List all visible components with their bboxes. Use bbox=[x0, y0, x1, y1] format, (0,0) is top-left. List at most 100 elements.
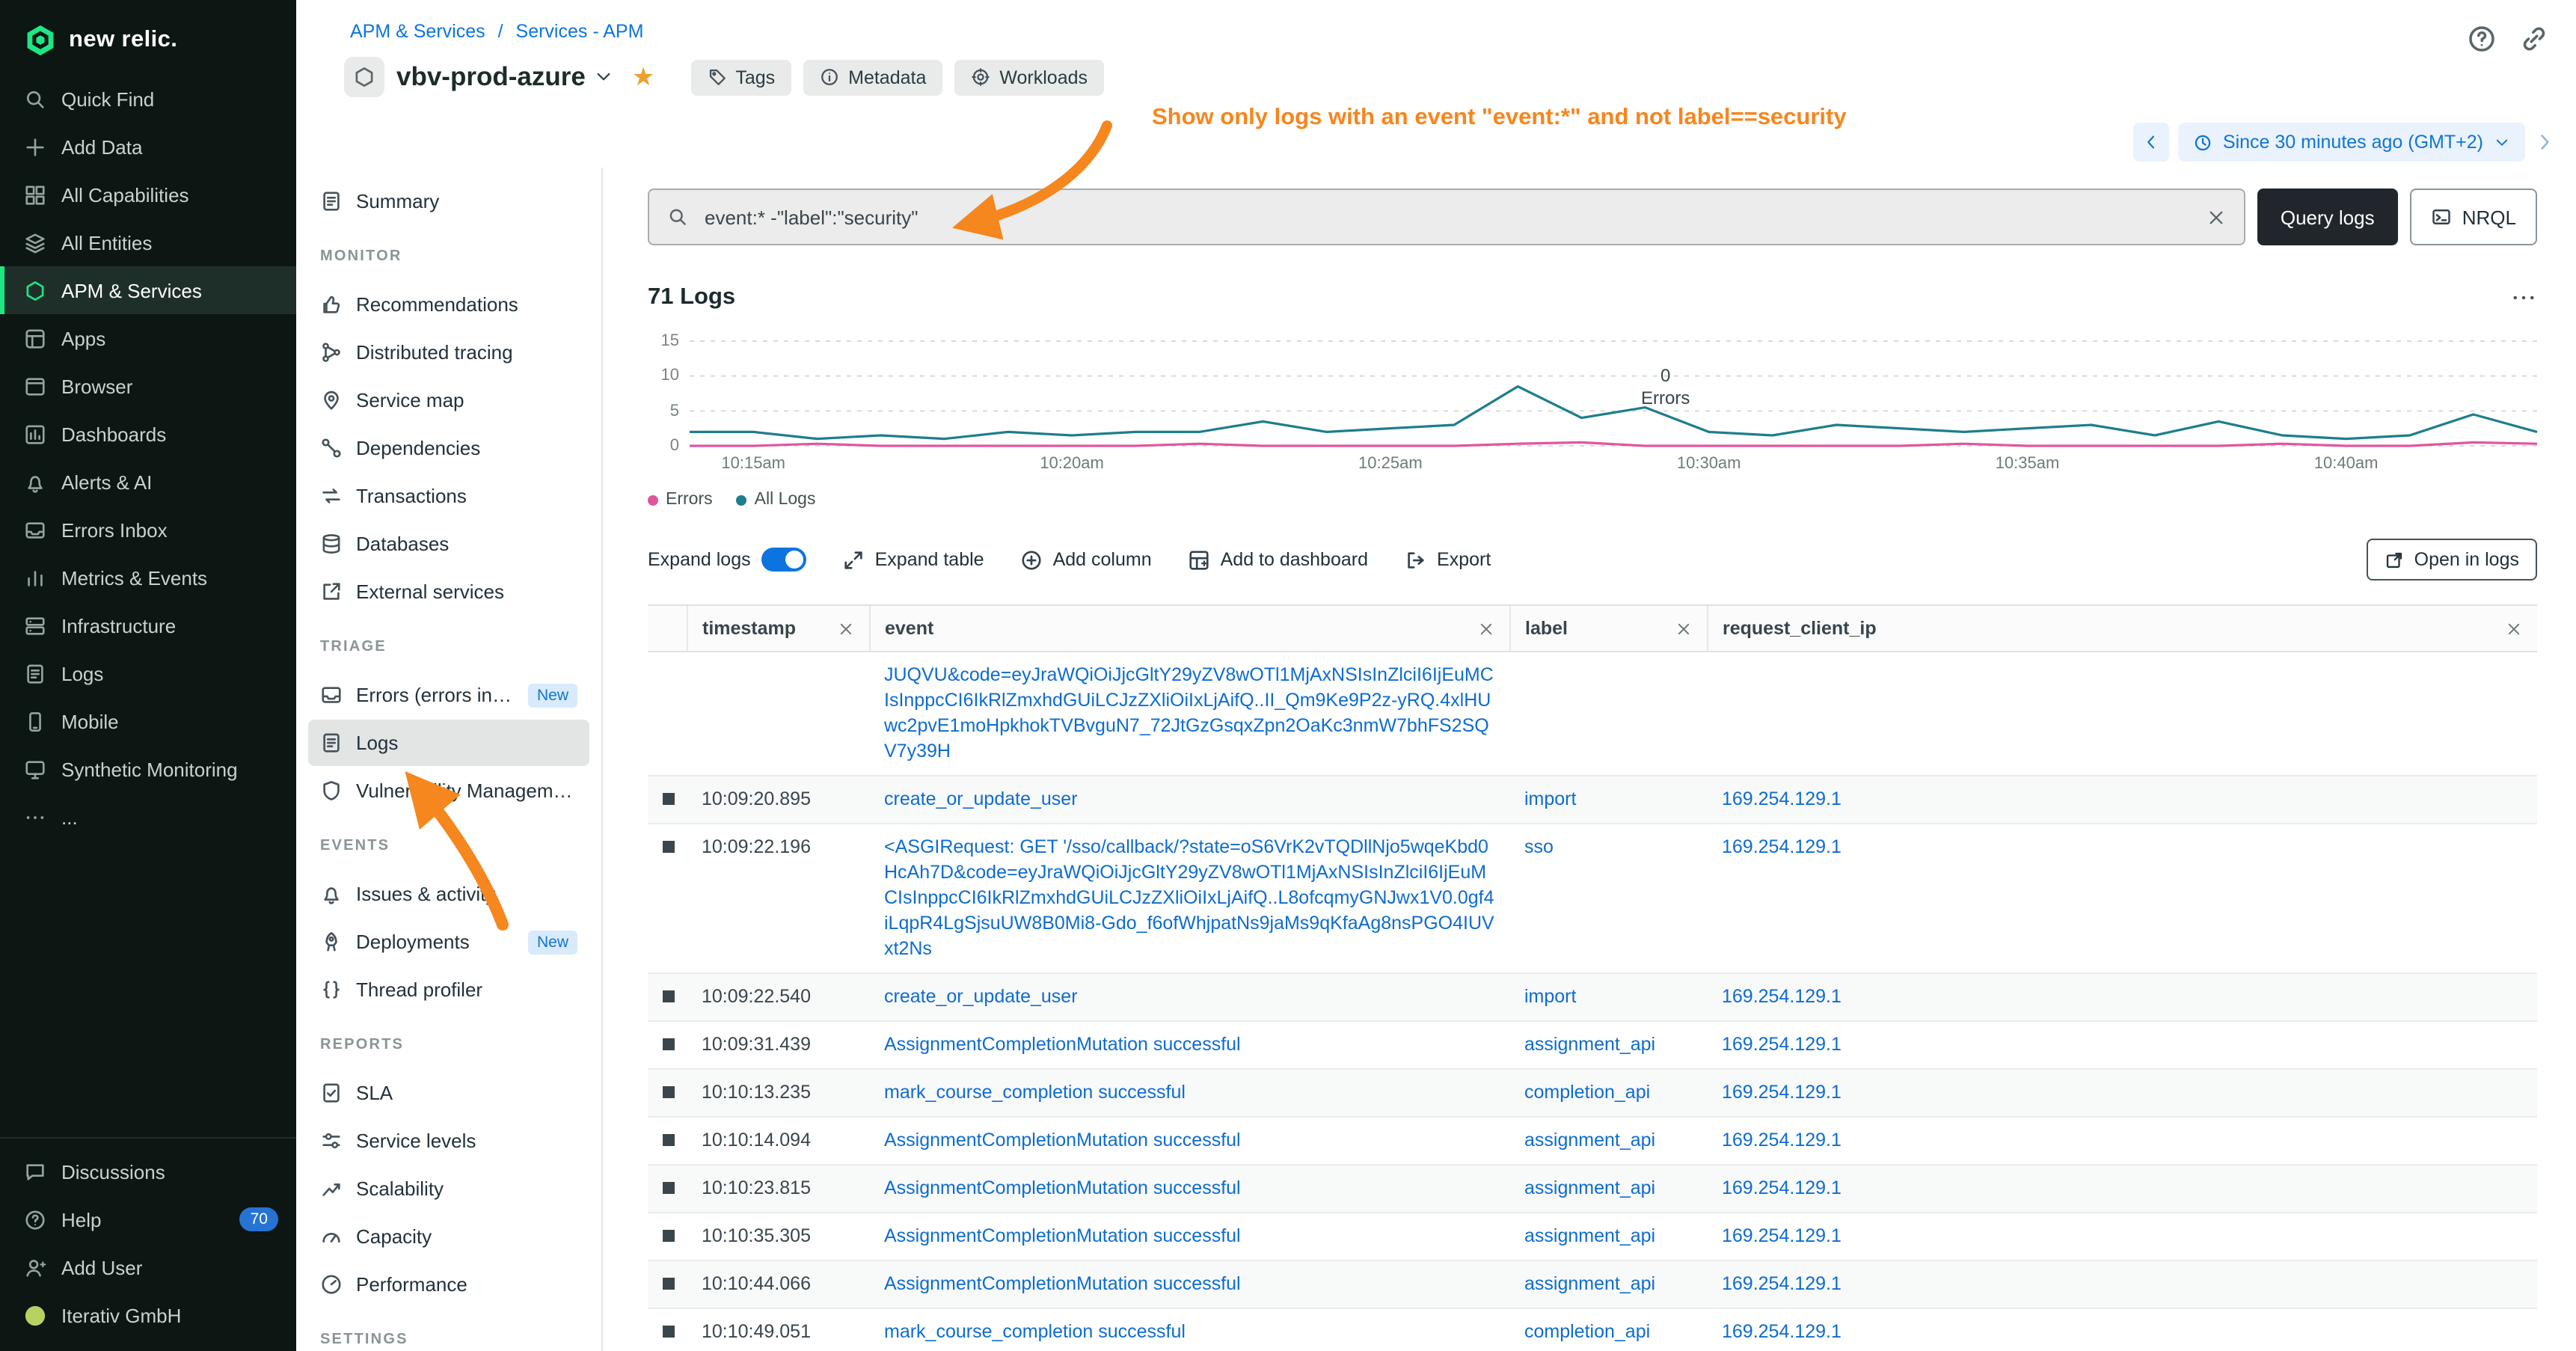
nav-item-errors-inbox[interactable]: Errors Inbox bbox=[0, 506, 296, 554]
chart-plot-area[interactable]: 0 Errors 10:15am10:20am10:25am10:30am10:… bbox=[690, 341, 2537, 446]
entity-switcher-chevron-icon[interactable] bbox=[595, 67, 614, 87]
export-button[interactable]: Export bbox=[1404, 548, 1491, 571]
sub-item-external-services[interactable]: External services bbox=[308, 569, 589, 615]
nav-item-alerts-ai[interactable]: Alerts & AI bbox=[0, 458, 296, 506]
nav-item-logs[interactable]: Logs bbox=[0, 649, 296, 697]
nav-item-help[interactable]: Help70 bbox=[0, 1195, 296, 1243]
query-logs-button[interactable]: Query logs bbox=[2257, 189, 2398, 245]
event-link[interactable]: AssignmentCompletionMutation successful bbox=[884, 1273, 1241, 1294]
nav-item-all-capabilities[interactable]: All Capabilities bbox=[0, 171, 296, 218]
log-query-input[interactable] bbox=[702, 204, 2193, 230]
add-column-button[interactable]: Add column bbox=[1020, 548, 1152, 571]
nav-item-dashboards[interactable]: Dashboards bbox=[0, 410, 296, 458]
sub-item-logs[interactable]: Logs bbox=[308, 720, 589, 766]
nav-item-iterativ-gmbh[interactable]: Iterativ GmbH bbox=[0, 1291, 296, 1339]
metadata-button[interactable]: Metadata bbox=[803, 59, 942, 95]
tags-button[interactable]: Tags bbox=[690, 59, 791, 95]
sub-item-summary[interactable]: Summary bbox=[308, 178, 589, 224]
sub-item-recommendations[interactable]: Recommendations bbox=[308, 281, 589, 328]
sub-item-databases[interactable]: Databases bbox=[308, 521, 589, 567]
event-link[interactable]: JUQVU&code=eyJraWQiOiJjcGltY29yZV8wOTl1M… bbox=[884, 664, 1494, 762]
sub-item-performance[interactable]: Performance bbox=[308, 1261, 589, 1308]
log-row[interactable]: 10:10:14.094AssignmentCompletionMutation… bbox=[648, 1117, 2537, 1165]
more-options-icon[interactable] bbox=[2510, 284, 2537, 311]
expand-table-button[interactable]: Expand table bbox=[842, 548, 984, 571]
nav-item-apm-services[interactable]: APM & Services bbox=[0, 266, 296, 314]
sub-item-service-levels[interactable]: Service levels bbox=[308, 1118, 589, 1164]
event-link[interactable]: mark_course_completion successful bbox=[884, 1082, 1186, 1103]
breadcrumb-link-services-apm[interactable]: Services - APM bbox=[516, 21, 644, 42]
sub-item-transactions[interactable]: Transactions bbox=[308, 473, 589, 519]
legend-item-errors[interactable]: Errors bbox=[648, 491, 713, 509]
sub-item-issues-activity[interactable]: Issues & activity bbox=[308, 871, 589, 917]
label-link[interactable]: import bbox=[1524, 986, 1576, 1007]
nav-item-synthetic-monitoring[interactable]: Synthetic Monitoring bbox=[0, 745, 296, 793]
favorite-star-icon[interactable]: ★ bbox=[632, 64, 655, 90]
event-link[interactable]: AssignmentCompletionMutation successful bbox=[884, 1177, 1241, 1198]
remove-column-icon[interactable] bbox=[1477, 620, 1494, 637]
event-link[interactable]: create_or_update_user bbox=[884, 788, 1078, 809]
log-row[interactable]: 10:09:20.895create_or_update_userimport1… bbox=[648, 776, 2537, 824]
event-link[interactable]: AssignmentCompletionMutation successful bbox=[884, 1034, 1241, 1055]
sub-item-service-map[interactable]: Service map bbox=[308, 377, 589, 423]
ip-link[interactable]: 169.254.129.1 bbox=[1722, 986, 1841, 1007]
nav-item-apps[interactable]: Apps bbox=[0, 314, 296, 362]
ip-link[interactable]: 169.254.129.1 bbox=[1722, 1130, 1841, 1151]
expand-logs-toggle[interactable] bbox=[761, 548, 806, 572]
col-timestamp[interactable]: timestamp bbox=[687, 605, 869, 652]
sub-item-distributed-tracing[interactable]: Distributed tracing bbox=[308, 329, 589, 376]
label-link[interactable]: assignment_api bbox=[1524, 1034, 1655, 1055]
nrql-button[interactable]: NRQL bbox=[2410, 189, 2537, 245]
remove-column-icon[interactable] bbox=[1675, 620, 1691, 637]
legend-item-all-logs[interactable]: All Logs bbox=[737, 491, 816, 509]
time-range-button[interactable]: Since 30 minutes ago (GMT+2) bbox=[2178, 123, 2525, 162]
ip-link[interactable]: 169.254.129.1 bbox=[1722, 836, 1841, 857]
label-link[interactable]: assignment_api bbox=[1524, 1273, 1655, 1294]
nav-item-all-entities[interactable]: All Entities bbox=[0, 218, 296, 266]
sub-item-thread-profiler[interactable]: Thread profiler bbox=[308, 966, 589, 1013]
event-link[interactable]: AssignmentCompletionMutation successful bbox=[884, 1130, 1241, 1151]
event-link[interactable]: mark_course_completion successful bbox=[884, 1321, 1186, 1342]
col-request-client-ip[interactable]: request_client_ip bbox=[1707, 605, 2537, 652]
log-row[interactable]: 10:09:31.439AssignmentCompletionMutation… bbox=[648, 1021, 2537, 1069]
nav-item-add-data[interactable]: Add Data bbox=[0, 123, 296, 171]
workloads-button[interactable]: Workloads bbox=[954, 59, 1104, 95]
clear-query-icon[interactable] bbox=[2207, 207, 2226, 227]
ip-link[interactable]: 169.254.129.1 bbox=[1722, 1082, 1841, 1103]
event-link[interactable]: <ASGIRequest: GET '/sso/callback/?state=… bbox=[884, 836, 1494, 959]
new-relic-brand[interactable]: new relic. bbox=[0, 0, 296, 75]
add-to-dashboard-button[interactable]: Add to dashboard bbox=[1188, 548, 1368, 571]
open-in-logs-button[interactable]: Open in logs bbox=[2367, 539, 2537, 580]
log-row[interactable]: 10:10:44.066AssignmentCompletionMutation… bbox=[648, 1260, 2537, 1308]
label-link[interactable]: assignment_api bbox=[1524, 1225, 1655, 1246]
sub-item-sla[interactable]: SLA bbox=[308, 1070, 589, 1116]
label-link[interactable]: completion_api bbox=[1524, 1321, 1650, 1342]
ip-link[interactable]: 169.254.129.1 bbox=[1722, 1177, 1841, 1198]
log-row[interactable]: 10:09:22.540create_or_update_userimport1… bbox=[648, 973, 2537, 1021]
ip-link[interactable]: 169.254.129.1 bbox=[1722, 1225, 1841, 1246]
breadcrumb-link-apm-services[interactable]: APM & Services bbox=[350, 21, 485, 42]
time-forward-icon[interactable] bbox=[2534, 132, 2555, 153]
col-event[interactable]: event bbox=[869, 605, 1509, 652]
sub-item-errors-errors-inb[interactable]: Errors (errors inb...New bbox=[308, 672, 589, 718]
help-icon[interactable] bbox=[2467, 24, 2497, 54]
ip-link[interactable]: 169.254.129.1 bbox=[1722, 788, 1841, 809]
nav-item-discussions[interactable]: Discussions bbox=[0, 1148, 296, 1195]
label-link[interactable]: sso bbox=[1524, 836, 1554, 857]
nav-item-browser[interactable]: Browser bbox=[0, 362, 296, 410]
nav-item-metrics-events[interactable]: Metrics & Events bbox=[0, 554, 296, 601]
expand-logs-control[interactable]: Expand logs bbox=[648, 548, 806, 572]
log-row[interactable]: 10:09:22.196<ASGIRequest: GET '/sso/call… bbox=[648, 824, 2537, 973]
sub-item-dependencies[interactable]: Dependencies bbox=[308, 425, 589, 471]
nav-item-item[interactable]: ... bbox=[0, 793, 296, 841]
sub-item-deployments[interactable]: DeploymentsNew bbox=[308, 919, 589, 965]
ip-link[interactable]: 169.254.129.1 bbox=[1722, 1321, 1841, 1342]
label-link[interactable]: import bbox=[1524, 788, 1576, 809]
log-row[interactable]: 10:10:35.305AssignmentCompletionMutation… bbox=[648, 1213, 2537, 1260]
label-link[interactable]: assignment_api bbox=[1524, 1130, 1655, 1151]
nav-item-add-user[interactable]: Add User bbox=[0, 1243, 296, 1291]
permalink-icon[interactable] bbox=[2519, 24, 2549, 54]
sub-item-scalability[interactable]: Scalability bbox=[308, 1165, 589, 1212]
sub-item-vulnerability-management[interactable]: Vulnerability Management bbox=[308, 768, 589, 814]
nav-item-quick-find[interactable]: Quick Find bbox=[0, 75, 296, 123]
